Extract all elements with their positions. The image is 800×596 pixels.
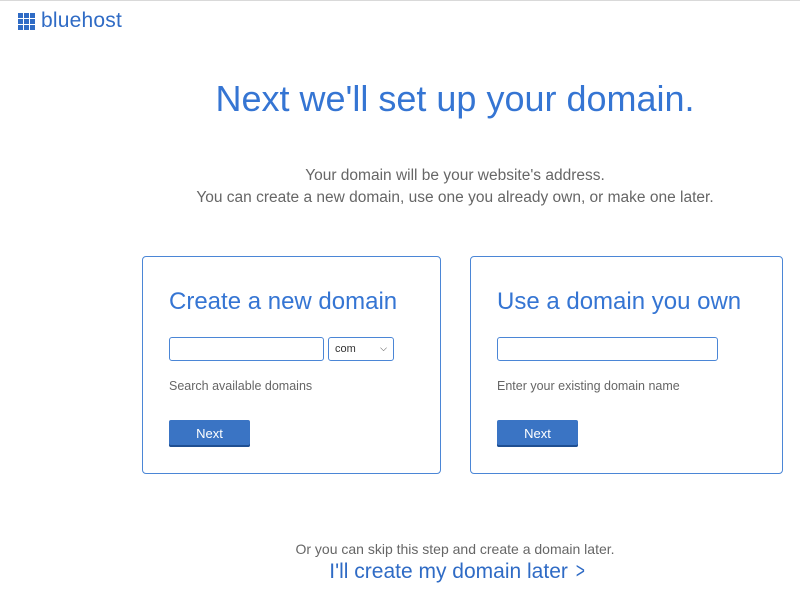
create-domain-later-label: I'll create my domain later: [329, 560, 568, 583]
create-domain-title: Create a new domain: [169, 288, 398, 315]
own-domain-card: Use a domain you own Enter your existing…: [470, 256, 783, 474]
tld-select[interactable]: com ⌵: [328, 337, 394, 361]
subtitle-line-2: You can create a new domain, use one you…: [196, 189, 714, 206]
bluehost-logo[interactable]: bluehost: [18, 9, 122, 33]
create-domain-hint: Search available domains: [169, 379, 313, 393]
own-domain-hint: Enter your existing domain name: [497, 379, 680, 393]
own-domain-next-button[interactable]: Next: [497, 420, 578, 447]
grid-icon: [18, 12, 35, 30]
chevron-down-icon: ⌵: [380, 343, 387, 353]
subtitle-line-1: Your domain will be your website's addre…: [305, 167, 605, 184]
logo-text: bluehost: [41, 9, 122, 32]
create-domain-later-link[interactable]: I'll create my domain later >: [0, 557, 800, 586]
new-domain-input[interactable]: [169, 337, 324, 361]
create-domain-card: Create a new domain com ⌵ Search availab…: [142, 256, 441, 474]
own-domain-title: Use a domain you own: [497, 288, 742, 315]
page: bluehost Next we'll set up your domain. …: [0, 0, 800, 596]
skip-text: Or you can skip this step and create a d…: [295, 541, 615, 557]
create-domain-next-button[interactable]: Next: [169, 420, 250, 447]
chevron-right-icon: >: [575, 558, 585, 583]
tld-selected-value: com: [335, 343, 356, 355]
existing-domain-input[interactable]: [497, 337, 718, 361]
page-title: Next we'll set up your domain.: [215, 78, 695, 119]
